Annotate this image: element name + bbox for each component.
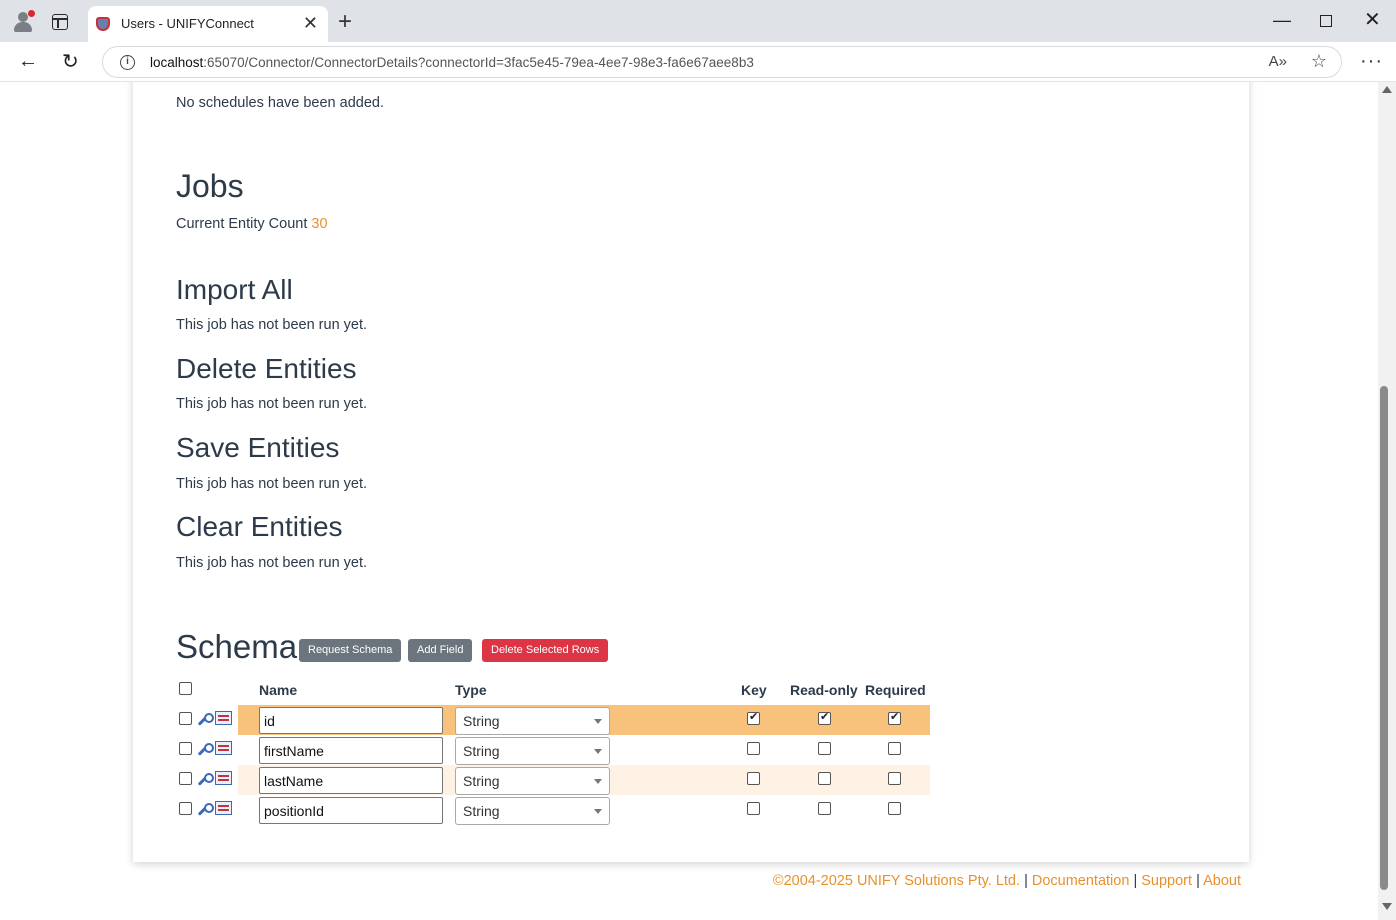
select-all-checkbox[interactable]	[179, 682, 192, 695]
tab-title: Users - UNIFYConnect	[121, 16, 254, 31]
column-header-name: Name	[259, 682, 298, 698]
field-type-select[interactable]: String	[455, 797, 610, 825]
field-type-select[interactable]: String	[455, 767, 610, 795]
scrollbar-thumb[interactable]	[1380, 386, 1388, 890]
refresh-icon[interactable]: ↻	[62, 49, 79, 74]
wrench-icon[interactable]	[195, 803, 214, 819]
tab-actions-icon[interactable]	[52, 14, 68, 30]
no-schedules-text: No schedules have been added.	[176, 95, 384, 111]
entity-count: Current Entity Count 30	[176, 216, 328, 232]
read-aloud-icon[interactable]: A»	[1269, 53, 1287, 70]
favorite-star-icon[interactable]: ☆	[1311, 51, 1327, 72]
field-name-input[interactable]	[259, 767, 443, 794]
back-arrow-icon[interactable]: ←	[18, 50, 38, 73]
column-header-type: Type	[455, 682, 487, 698]
more-options-icon[interactable]: ···	[1360, 50, 1383, 73]
field-details-icon[interactable]	[215, 711, 232, 725]
url-text[interactable]: localhost:65070/Connector/ConnectorDetai…	[150, 55, 754, 70]
entity-count-label: Current Entity Count	[176, 216, 308, 232]
row-select-checkbox[interactable]	[179, 712, 192, 725]
key-checkbox[interactable]	[747, 802, 760, 815]
job-title-import-all: Import All	[176, 274, 293, 305]
copyright-link[interactable]: ©2004-2025 UNIFY Solutions Pty. Ltd.	[773, 873, 1020, 889]
footer-separator: |	[1024, 873, 1028, 889]
browser-tab[interactable]: Users - UNIFYConnect ✕	[88, 6, 328, 42]
unify-favicon-icon	[96, 17, 110, 31]
minimize-icon[interactable]: —	[1273, 10, 1291, 30]
wrench-icon[interactable]	[195, 743, 214, 759]
scroll-down-arrow-icon[interactable]	[1382, 903, 1392, 910]
new-tab-icon[interactable]: +	[338, 10, 352, 34]
vertical-scrollbar[interactable]	[1378, 82, 1396, 920]
request-schema-button[interactable]: Request Schema	[299, 639, 402, 662]
site-info-icon[interactable]: i	[120, 55, 135, 70]
job-title-save-entities: Save Entities	[176, 432, 340, 463]
readonly-checkbox[interactable]	[818, 742, 831, 755]
delete-selected-rows-button[interactable]: Delete Selected Rows	[482, 639, 609, 662]
required-checkbox[interactable]	[888, 772, 901, 785]
field-type-select[interactable]: String	[455, 737, 610, 765]
maximize-icon[interactable]	[1320, 15, 1332, 27]
chevron-down-icon	[594, 779, 602, 784]
column-header-key: Key	[741, 682, 767, 698]
field-details-icon[interactable]	[215, 771, 232, 785]
entity-count-value: 30	[311, 216, 328, 232]
wrench-icon[interactable]	[195, 773, 214, 789]
key-checkbox[interactable]	[747, 710, 760, 725]
readonly-checkbox[interactable]	[818, 772, 831, 785]
about-link[interactable]: About	[1203, 873, 1241, 889]
row-select-checkbox[interactable]	[179, 772, 192, 785]
key-checkbox[interactable]	[747, 772, 760, 785]
readonly-checkbox[interactable]	[818, 710, 831, 725]
profile-icon[interactable]	[12, 10, 35, 32]
footer-separator: |	[1196, 873, 1200, 889]
required-checkbox[interactable]	[888, 710, 901, 725]
browser-titlebar: Users - UNIFYConnect ✕ + — ✕	[0, 0, 1396, 42]
row-select-checkbox[interactable]	[179, 742, 192, 755]
job-title-clear-entities: Clear Entities	[176, 511, 343, 542]
required-checkbox[interactable]	[888, 742, 901, 755]
job-status-delete-entities: This job has not been run yet.	[176, 396, 368, 412]
job-status-clear-entities: This job has not been run yet.	[176, 555, 368, 571]
page-footer: ©2004-2025 UNIFY Solutions Pty. Ltd. | D…	[773, 873, 1241, 889]
wrench-icon[interactable]	[195, 713, 214, 729]
field-name-input[interactable]	[259, 707, 443, 734]
field-details-icon[interactable]	[215, 801, 232, 815]
job-title-delete-entities: Delete Entities	[176, 353, 357, 384]
url-field[interactable]: i localhost:65070/Connector/ConnectorDet…	[102, 46, 1342, 78]
field-details-icon[interactable]	[215, 741, 232, 755]
row-select-checkbox[interactable]	[179, 802, 192, 815]
support-link[interactable]: Support	[1141, 873, 1192, 889]
column-header-readonly: Read-only	[790, 682, 858, 698]
chevron-down-icon	[594, 719, 602, 724]
field-type-select[interactable]: String	[455, 707, 610, 735]
field-name-input[interactable]	[259, 737, 443, 764]
documentation-link[interactable]: Documentation	[1032, 873, 1130, 889]
address-bar: ← ↻ i localhost:65070/Connector/Connecto…	[0, 42, 1396, 82]
schema-heading: Schema	[176, 628, 298, 665]
job-status-import-all: This job has not been run yet.	[176, 317, 368, 333]
key-checkbox[interactable]	[747, 742, 760, 755]
jobs-heading: Jobs	[176, 168, 244, 204]
scroll-up-arrow-icon[interactable]	[1382, 86, 1392, 93]
footer-separator: |	[1133, 873, 1138, 889]
add-field-button[interactable]: Add Field	[408, 639, 473, 662]
required-checkbox[interactable]	[888, 802, 901, 815]
field-name-input[interactable]	[259, 797, 443, 824]
chevron-down-icon	[594, 809, 602, 814]
readonly-checkbox[interactable]	[818, 802, 831, 815]
column-header-required: Required	[865, 682, 926, 698]
job-status-save-entities: This job has not been run yet.	[176, 476, 368, 492]
close-tab-icon[interactable]: ✕	[303, 13, 318, 33]
close-window-icon[interactable]: ✕	[1364, 10, 1381, 30]
chevron-down-icon	[594, 749, 602, 754]
